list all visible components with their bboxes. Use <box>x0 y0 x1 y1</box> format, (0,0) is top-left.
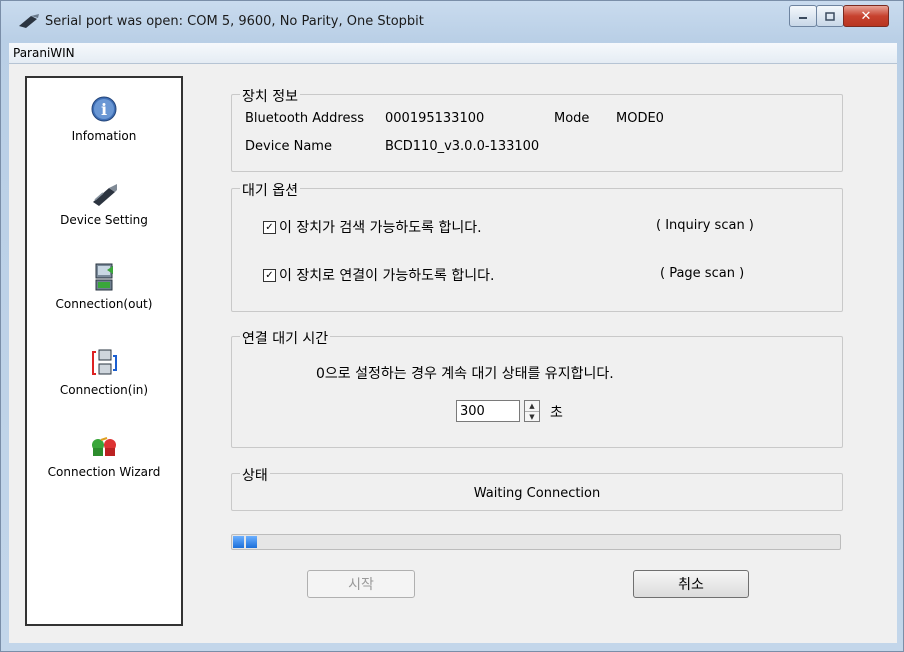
window-title: Serial port was open: COM 5, 9600, No Pa… <box>45 14 424 29</box>
status-title: 상태 <box>240 465 270 485</box>
standby-options-title: 대기 옵션 <box>240 180 300 200</box>
wait-time-group: 연결 대기 시간 0으로 설정하는 경우 계속 대기 상태를 유지합니다. 30… <box>231 328 843 448</box>
sidebar-item-label: Connection Wizard <box>47 465 161 479</box>
wait-time-input[interactable]: 300 <box>456 400 520 422</box>
minimize-icon <box>799 17 807 19</box>
status-group: 상태 Waiting Connection <box>231 465 843 511</box>
progress-fill <box>233 536 257 548</box>
device-info-title: 장치 정보 <box>240 86 300 106</box>
spin-up-icon[interactable]: ▲ <box>525 401 539 411</box>
app-icon <box>19 14 39 28</box>
sidebar-item-label: Infomation <box>71 129 137 143</box>
sidebar-item-connection-out[interactable]: Connection(out) <box>27 262 181 311</box>
menu-bar: ParaniWIN <box>9 43 897 64</box>
inquiry-scan-label[interactable]: 이 장치가 검색 가능하도록 합니다. <box>279 217 482 237</box>
sidebar-item-information[interactable]: i Infomation <box>27 94 181 143</box>
progress-bar <box>231 534 841 550</box>
progress-segment <box>233 536 244 548</box>
sidebar-item-device-setting[interactable]: Device Setting <box>27 178 181 227</box>
bluetooth-address-label: Bluetooth Address <box>245 111 365 126</box>
bluetooth-address-value: 000195133100 <box>385 111 485 126</box>
info-icon: i <box>91 96 117 122</box>
menu-paraniwin[interactable]: ParaniWIN <box>13 46 75 60</box>
sidebar: i Infomation Device Setting Connection(o… <box>25 76 183 626</box>
start-button[interactable]: 시작 <box>307 570 415 598</box>
mode-value: MODE0 <box>616 111 664 126</box>
check-icon: ✓ <box>265 222 274 233</box>
connection-out-icon <box>95 263 113 291</box>
wait-time-title: 연결 대기 시간 <box>240 328 331 348</box>
standby-options-group: 대기 옵션 ✓ 이 장치가 검색 가능하도록 합니다. ( Inquiry sc… <box>231 180 843 312</box>
client-area: i Infomation Device Setting Connection(o… <box>9 64 897 643</box>
sidebar-item-label: Device Setting <box>60 213 148 227</box>
page-scan-hint: ( Page scan ) <box>660 266 745 281</box>
sidebar-item-connection-in[interactable]: Connection(in) <box>27 348 181 397</box>
inquiry-scan-hint: ( Inquiry scan ) <box>656 218 754 233</box>
wait-time-unit: 초 <box>550 405 563 421</box>
svg-text:i: i <box>101 100 107 119</box>
app-window: Serial port was open: COM 5, 9600, No Pa… <box>0 0 904 652</box>
device-name-value: BCD110_v3.0.0-133100 <box>385 139 540 154</box>
device-name-label: Device Name <box>245 139 332 154</box>
wait-time-spinner[interactable]: ▲ ▼ <box>524 400 540 422</box>
minimize-button[interactable] <box>789 5 817 27</box>
maximize-button[interactable] <box>816 5 844 27</box>
mode-label: Mode <box>554 111 590 126</box>
sidebar-item-label: Connection(in) <box>59 383 149 397</box>
wizard-icon <box>92 437 116 456</box>
connection-in-icon <box>92 349 117 375</box>
status-text: Waiting Connection <box>473 486 601 501</box>
check-icon: ✓ <box>265 270 274 281</box>
spin-down-icon[interactable]: ▼ <box>525 411 539 422</box>
close-icon: ✕ <box>860 8 872 24</box>
page-scan-checkbox[interactable]: ✓ <box>263 269 276 282</box>
page-scan-label[interactable]: 이 장치로 연결이 가능하도록 합니다. <box>279 265 494 285</box>
device-icon <box>93 184 117 206</box>
sidebar-item-label: Connection(out) <box>55 297 153 311</box>
title-bar[interactable]: Serial port was open: COM 5, 9600, No Pa… <box>1 1 903 43</box>
close-button[interactable]: ✕ <box>843 5 889 27</box>
maximize-icon <box>825 11 835 21</box>
cancel-button[interactable]: 취소 <box>633 570 749 598</box>
sidebar-item-connection-wizard[interactable]: Connection Wizard <box>27 430 181 479</box>
wait-time-description: 0으로 설정하는 경우 계속 대기 상태를 유지합니다. <box>316 366 614 382</box>
inquiry-scan-checkbox[interactable]: ✓ <box>263 221 276 234</box>
progress-segment <box>246 536 257 548</box>
device-info-group: 장치 정보 Bluetooth Address 000195133100 Mod… <box>231 86 843 172</box>
